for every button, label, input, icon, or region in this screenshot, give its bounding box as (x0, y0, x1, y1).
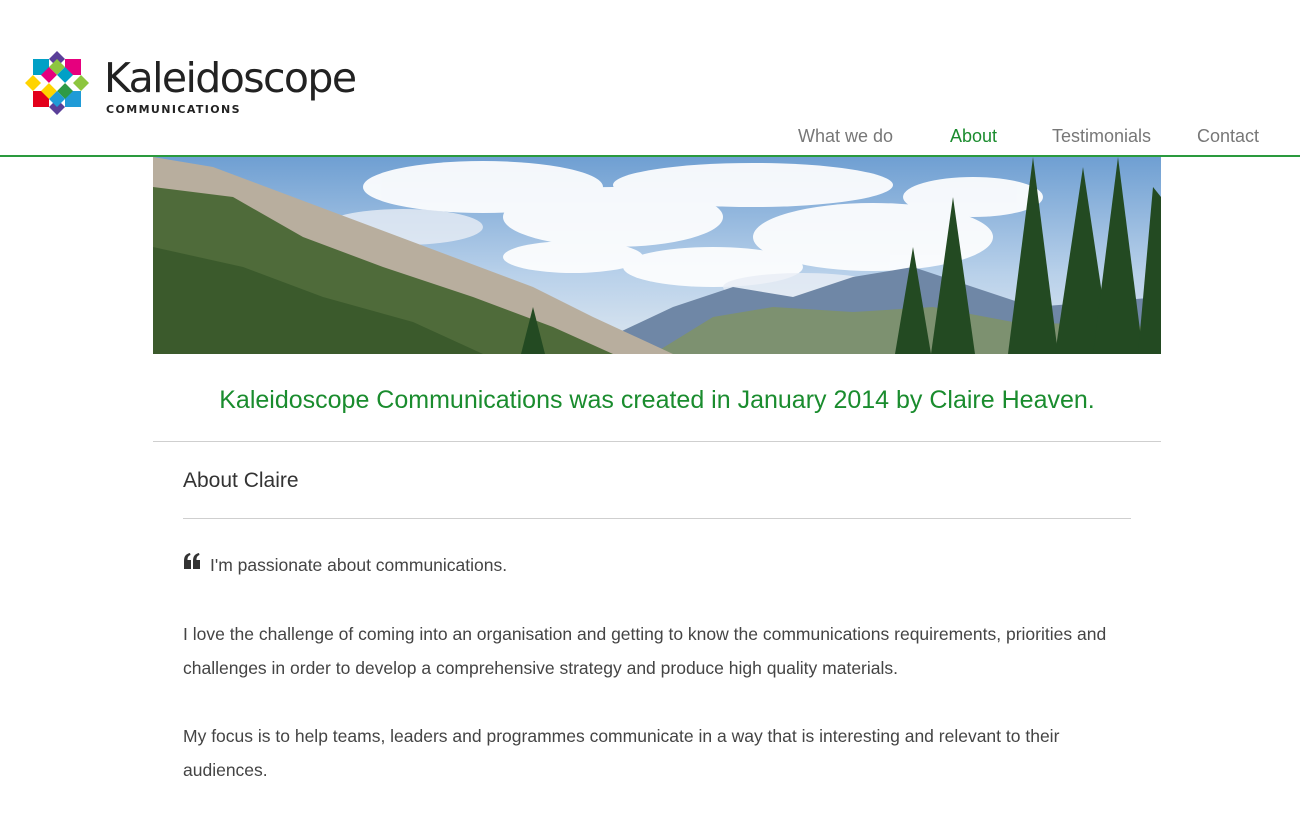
brand-name: Kaleidoscope (104, 54, 357, 102)
logo-text: Kaleidoscope COMMUNICATIONS (104, 54, 357, 117)
tagline: Kaleidoscope Communications was created … (219, 386, 1095, 414)
quote-text: I'm passionate about communications. (210, 555, 508, 575)
brand-subtitle: COMMUNICATIONS (106, 103, 241, 116)
body-paragraph: I love the challenge of coming into an o… (183, 624, 1107, 678)
main-nav: What we do About Testimonials Contact (0, 126, 1300, 148)
nav-what-we-do[interactable]: What we do (798, 126, 893, 147)
nav-testimonials[interactable]: Testimonials (1052, 126, 1151, 147)
hero-mountain-image (153, 157, 1161, 354)
site-header: Kaleidoscope COMMUNICATIONS What we do A… (0, 0, 1300, 157)
divider (183, 518, 1131, 519)
nav-contact[interactable]: Contact (1197, 126, 1259, 147)
quote-icon (184, 553, 200, 569)
section-title: About Claire (183, 469, 299, 492)
divider (153, 441, 1161, 442)
nav-about[interactable]: About (950, 126, 997, 147)
kaleidoscope-logo-icon (25, 51, 89, 115)
site-logo[interactable]: Kaleidoscope COMMUNICATIONS (24, 50, 357, 117)
body-paragraph: My focus is to help teams, leaders and p… (183, 726, 1060, 780)
